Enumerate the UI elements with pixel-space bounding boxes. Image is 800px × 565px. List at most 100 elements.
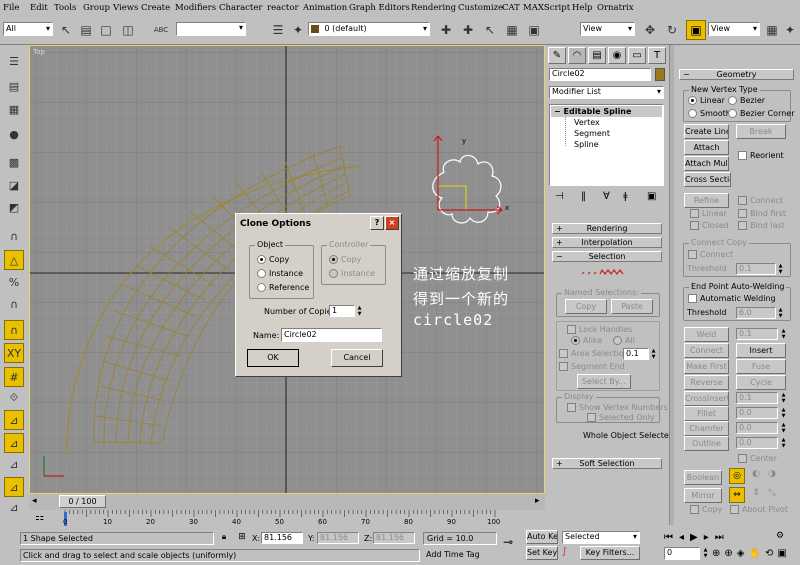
- cross-section-button[interactable]: Cross Section: [684, 172, 731, 187]
- pin-stack-icon[interactable]: ⊣: [555, 191, 564, 202]
- stack-item-segment[interactable]: Segment: [574, 129, 610, 138]
- key-icon[interactable]: ⊸: [503, 535, 521, 555]
- rollout-geometry[interactable]: − Geometry: [679, 69, 794, 80]
- menu-graph-editors[interactable]: Graph Editors: [349, 3, 410, 13]
- menu-cat[interactable]: CAT: [502, 3, 520, 13]
- attach-button[interactable]: Attach: [684, 140, 729, 155]
- controller-instance-radio[interactable]: Instance: [329, 269, 375, 278]
- menu-customize[interactable]: Customize: [458, 3, 503, 13]
- object-copy-radio[interactable]: Copy: [257, 255, 289, 264]
- goto-end-icon[interactable]: ⏭: [715, 532, 730, 543]
- area-selection-value[interactable]: 0.1: [623, 348, 649, 360]
- fuse-button[interactable]: Fuse: [736, 359, 786, 374]
- key-mode-icon[interactable]: ∫: [562, 547, 576, 560]
- named-paste-button[interactable]: Paste: [611, 299, 653, 314]
- align-view-icon[interactable]: ⊿: [4, 498, 24, 518]
- time-config-icon[interactable]: ⚙: [776, 531, 796, 545]
- crossinsert-value[interactable]: 0.1: [736, 392, 778, 404]
- track-view-icon[interactable]: ▦: [4, 100, 24, 120]
- normal-align-icon[interactable]: ⊿: [4, 433, 24, 453]
- mirror-copy-checkbox[interactable]: Copy: [690, 505, 722, 514]
- viewport-label[interactable]: Top: [33, 48, 45, 56]
- configure-sets-icon[interactable]: ▣: [647, 191, 656, 202]
- key-filter-dropdown[interactable]: Selected ▾: [562, 531, 640, 544]
- closed-checkbox[interactable]: Closed: [690, 221, 729, 230]
- reorient-checkbox[interactable]: Reorient: [738, 151, 784, 160]
- time-slider-next-icon[interactable]: ▸: [535, 496, 540, 506]
- show-vertex-numbers-checkbox[interactable]: Show Vertex Numbers: [567, 403, 668, 412]
- menu-modifiers[interactable]: Modifiers: [175, 3, 216, 13]
- menu-help[interactable]: Help: [572, 3, 593, 13]
- vertex-smooth-radio[interactable]: Smooth: [688, 109, 731, 118]
- auto-key-button[interactable]: Auto Key: [526, 530, 558, 544]
- boolean-button[interactable]: Boolean: [684, 470, 722, 485]
- segment-end-checkbox[interactable]: Segment End: [559, 362, 625, 371]
- weld-value[interactable]: 0.1: [736, 328, 778, 340]
- attach-mult-button[interactable]: Attach Mult.: [684, 156, 729, 171]
- display-tab-icon[interactable]: ▭: [628, 47, 646, 64]
- field-of-view-icon[interactable]: ◈: [737, 548, 749, 559]
- mirror-button[interactable]: Mirror: [684, 488, 722, 503]
- cancel-button[interactable]: Cancel: [331, 349, 383, 367]
- z-coord-field[interactable]: 81.156: [373, 532, 415, 544]
- spinner-snap-icon[interactable]: ∩: [4, 295, 24, 315]
- pivot-center-icon[interactable]: ▦: [764, 21, 780, 39]
- add-time-tag[interactable]: Add Time Tag: [426, 550, 480, 559]
- automatic-welding-checkbox[interactable]: Automatic Welding: [688, 294, 776, 303]
- menu-character[interactable]: Character: [219, 3, 262, 13]
- curve-editor-icon[interactable]: ◩: [4, 198, 24, 218]
- mirror-vertical-icon[interactable]: ⇕: [749, 488, 763, 502]
- object-instance-radio[interactable]: Instance: [257, 269, 303, 278]
- vertex-bezier-radio[interactable]: Bezier: [728, 96, 765, 105]
- select-by-name-icon[interactable]: ▤: [78, 21, 94, 39]
- area-selection-checkbox[interactable]: Area Selection:: [559, 349, 632, 358]
- y-coord-field[interactable]: 81.156: [317, 532, 359, 544]
- crossinsert-button[interactable]: CrossInsert: [684, 391, 729, 406]
- undo-icon[interactable]: ☰: [4, 52, 24, 72]
- outline-spinner[interactable]: ▲ ▼: [780, 437, 787, 449]
- track-bar[interactable]: 0 10 20 30 40 50 60 70 80 90 100: [29, 510, 545, 528]
- copies-spinner[interactable]: ▲ ▼: [356, 305, 363, 317]
- next-frame-icon[interactable]: ▸: [704, 532, 715, 543]
- insert-button[interactable]: Insert: [736, 343, 786, 358]
- selection-filter-dropdown[interactable]: All ▾: [3, 22, 53, 36]
- align-icon[interactable]: ⊿: [4, 410, 24, 430]
- trackbar-curve-icon[interactable]: ⚏: [35, 512, 51, 526]
- reference-coord-dropdown-right[interactable]: View ▾: [708, 22, 760, 36]
- boolean-subtract-icon[interactable]: ◐: [749, 469, 763, 483]
- remove-modifier-icon[interactable]: ǂ: [623, 191, 628, 202]
- connect-copy-threshold-spinner[interactable]: ▲ ▼: [777, 263, 784, 275]
- window-crossing-icon[interactable]: ◫: [120, 21, 136, 39]
- x-coord-field[interactable]: 81.156: [261, 532, 303, 544]
- hierarchy-tab-icon[interactable]: ▤: [588, 47, 606, 64]
- cycle-button[interactable]: Cycle: [736, 375, 786, 390]
- menu-create[interactable]: Create: [141, 3, 170, 13]
- make-first-button[interactable]: Make First: [684, 359, 729, 374]
- linear-checkbox[interactable]: Linear: [690, 209, 727, 218]
- welding-threshold-field[interactable]: 6.0: [736, 307, 776, 319]
- scale-icon[interactable]: ▣: [686, 20, 706, 40]
- stack-item-editable-spline[interactable]: − Editable Spline: [551, 106, 662, 117]
- select-by-button[interactable]: Select By...: [577, 374, 631, 389]
- utilities-tab-icon[interactable]: T: [648, 47, 666, 64]
- pan-icon[interactable]: ✋: [748, 548, 764, 559]
- layer-dropdown[interactable]: 0 (default) ▾: [308, 22, 430, 36]
- layer-properties-icon[interactable]: ▦: [504, 21, 520, 39]
- play-icon[interactable]: ▶: [690, 532, 704, 543]
- named-copy-button[interactable]: Copy: [565, 299, 607, 314]
- stack-item-spline[interactable]: Spline: [574, 140, 599, 149]
- time-slider-thumb[interactable]: 0 / 100: [59, 495, 106, 508]
- reference-coord-dropdown-left[interactable]: View ▾: [580, 22, 635, 36]
- mirror-tool-icon[interactable]: ⟐: [4, 388, 24, 408]
- name-input[interactable]: Circle02: [281, 328, 382, 342]
- menu-rendering[interactable]: Rendering: [411, 3, 456, 13]
- controller-copy-radio[interactable]: Copy: [329, 255, 361, 264]
- object-reference-radio[interactable]: Reference: [257, 283, 309, 292]
- create-tab-icon[interactable]: ✎: [548, 47, 566, 64]
- goto-start-icon[interactable]: ⏮: [664, 532, 679, 543]
- welding-threshold-spinner[interactable]: ▲ ▼: [777, 307, 784, 319]
- show-end-result-icon[interactable]: ‖: [581, 191, 586, 202]
- select-manipulate-icon[interactable]: ✦: [782, 21, 798, 39]
- make-unique-icon[interactable]: ∀: [603, 191, 610, 202]
- prev-frame-icon[interactable]: ◂: [679, 532, 690, 543]
